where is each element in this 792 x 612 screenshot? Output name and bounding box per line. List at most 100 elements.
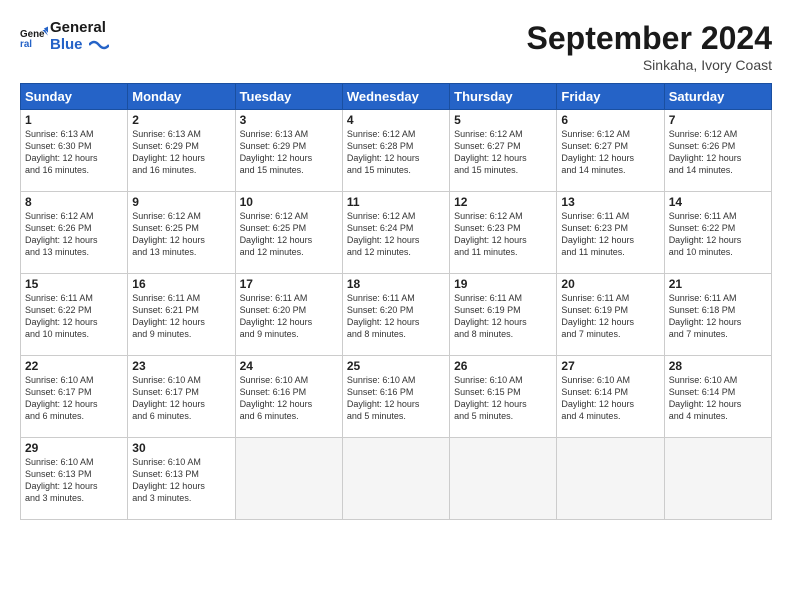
calendar-cell: 15Sunrise: 6:11 AMSunset: 6:22 PMDayligh… xyxy=(21,274,128,356)
calendar-cell: 6Sunrise: 6:12 AMSunset: 6:27 PMDaylight… xyxy=(557,110,664,192)
day-number: 21 xyxy=(669,277,767,291)
calendar-cell: 18Sunrise: 6:11 AMSunset: 6:20 PMDayligh… xyxy=(342,274,449,356)
day-info: Sunrise: 6:12 AMSunset: 6:26 PMDaylight:… xyxy=(669,128,767,177)
day-info: Sunrise: 6:11 AMSunset: 6:20 PMDaylight:… xyxy=(347,292,445,341)
day-number: 20 xyxy=(561,277,659,291)
day-number: 11 xyxy=(347,195,445,209)
day-info: Sunrise: 6:10 AMSunset: 6:14 PMDaylight:… xyxy=(669,374,767,423)
day-info: Sunrise: 6:11 AMSunset: 6:21 PMDaylight:… xyxy=(132,292,230,341)
day-info: Sunrise: 6:12 AMSunset: 6:25 PMDaylight:… xyxy=(240,210,338,259)
calendar-week-row: 22Sunrise: 6:10 AMSunset: 6:17 PMDayligh… xyxy=(21,356,772,438)
weekday-header-wednesday: Wednesday xyxy=(342,84,449,110)
calendar-cell xyxy=(235,438,342,520)
weekday-header-tuesday: Tuesday xyxy=(235,84,342,110)
weekday-header-saturday: Saturday xyxy=(664,84,771,110)
day-number: 22 xyxy=(25,359,123,373)
logo: Gene ral General Blue xyxy=(20,20,109,53)
day-info: Sunrise: 6:10 AMSunset: 6:17 PMDaylight:… xyxy=(25,374,123,423)
calendar-cell: 21Sunrise: 6:11 AMSunset: 6:18 PMDayligh… xyxy=(664,274,771,356)
day-number: 25 xyxy=(347,359,445,373)
calendar-cell: 5Sunrise: 6:12 AMSunset: 6:27 PMDaylight… xyxy=(450,110,557,192)
day-number: 9 xyxy=(132,195,230,209)
logo-wave-icon xyxy=(89,37,109,52)
calendar-cell: 29Sunrise: 6:10 AMSunset: 6:13 PMDayligh… xyxy=(21,438,128,520)
month-title: September 2024 xyxy=(527,20,772,57)
calendar-week-row: 8Sunrise: 6:12 AMSunset: 6:26 PMDaylight… xyxy=(21,192,772,274)
weekday-header-thursday: Thursday xyxy=(450,84,557,110)
calendar-cell xyxy=(342,438,449,520)
calendar-cell: 25Sunrise: 6:10 AMSunset: 6:16 PMDayligh… xyxy=(342,356,449,438)
day-info: Sunrise: 6:12 AMSunset: 6:23 PMDaylight:… xyxy=(454,210,552,259)
weekday-header-sunday: Sunday xyxy=(21,84,128,110)
day-number: 18 xyxy=(347,277,445,291)
day-number: 24 xyxy=(240,359,338,373)
day-info: Sunrise: 6:12 AMSunset: 6:28 PMDaylight:… xyxy=(347,128,445,177)
day-number: 28 xyxy=(669,359,767,373)
day-info: Sunrise: 6:11 AMSunset: 6:20 PMDaylight:… xyxy=(240,292,338,341)
day-number: 2 xyxy=(132,113,230,127)
day-info: Sunrise: 6:13 AMSunset: 6:29 PMDaylight:… xyxy=(132,128,230,177)
day-number: 12 xyxy=(454,195,552,209)
day-info: Sunrise: 6:10 AMSunset: 6:13 PMDaylight:… xyxy=(25,456,123,505)
day-number: 23 xyxy=(132,359,230,373)
calendar-cell: 19Sunrise: 6:11 AMSunset: 6:19 PMDayligh… xyxy=(450,274,557,356)
day-info: Sunrise: 6:13 AMSunset: 6:30 PMDaylight:… xyxy=(25,128,123,177)
day-info: Sunrise: 6:12 AMSunset: 6:25 PMDaylight:… xyxy=(132,210,230,259)
calendar-table: SundayMondayTuesdayWednesdayThursdayFrid… xyxy=(20,83,772,520)
day-info: Sunrise: 6:12 AMSunset: 6:27 PMDaylight:… xyxy=(561,128,659,177)
day-info: Sunrise: 6:10 AMSunset: 6:16 PMDaylight:… xyxy=(347,374,445,423)
calendar-cell: 9Sunrise: 6:12 AMSunset: 6:25 PMDaylight… xyxy=(128,192,235,274)
day-number: 17 xyxy=(240,277,338,291)
calendar-cell: 12Sunrise: 6:12 AMSunset: 6:23 PMDayligh… xyxy=(450,192,557,274)
calendar-cell: 30Sunrise: 6:10 AMSunset: 6:13 PMDayligh… xyxy=(128,438,235,520)
day-info: Sunrise: 6:12 AMSunset: 6:27 PMDaylight:… xyxy=(454,128,552,177)
calendar-cell: 17Sunrise: 6:11 AMSunset: 6:20 PMDayligh… xyxy=(235,274,342,356)
calendar-cell xyxy=(450,438,557,520)
day-number: 6 xyxy=(561,113,659,127)
calendar-cell: 14Sunrise: 6:11 AMSunset: 6:22 PMDayligh… xyxy=(664,192,771,274)
calendar-cell: 20Sunrise: 6:11 AMSunset: 6:19 PMDayligh… xyxy=(557,274,664,356)
day-info: Sunrise: 6:10 AMSunset: 6:15 PMDaylight:… xyxy=(454,374,552,423)
calendar-cell: 2Sunrise: 6:13 AMSunset: 6:29 PMDaylight… xyxy=(128,110,235,192)
calendar-cell: 23Sunrise: 6:10 AMSunset: 6:17 PMDayligh… xyxy=(128,356,235,438)
day-number: 3 xyxy=(240,113,338,127)
svg-text:ral: ral xyxy=(20,38,32,49)
calendar-week-row: 29Sunrise: 6:10 AMSunset: 6:13 PMDayligh… xyxy=(21,438,772,520)
day-number: 10 xyxy=(240,195,338,209)
day-number: 5 xyxy=(454,113,552,127)
logo-icon: Gene ral xyxy=(20,23,48,51)
day-info: Sunrise: 6:12 AMSunset: 6:24 PMDaylight:… xyxy=(347,210,445,259)
calendar-cell: 7Sunrise: 6:12 AMSunset: 6:26 PMDaylight… xyxy=(664,110,771,192)
calendar-cell: 26Sunrise: 6:10 AMSunset: 6:15 PMDayligh… xyxy=(450,356,557,438)
calendar-week-row: 15Sunrise: 6:11 AMSunset: 6:22 PMDayligh… xyxy=(21,274,772,356)
calendar-cell: 22Sunrise: 6:10 AMSunset: 6:17 PMDayligh… xyxy=(21,356,128,438)
calendar-cell: 16Sunrise: 6:11 AMSunset: 6:21 PMDayligh… xyxy=(128,274,235,356)
calendar-cell: 4Sunrise: 6:12 AMSunset: 6:28 PMDaylight… xyxy=(342,110,449,192)
day-info: Sunrise: 6:11 AMSunset: 6:23 PMDaylight:… xyxy=(561,210,659,259)
day-info: Sunrise: 6:11 AMSunset: 6:22 PMDaylight:… xyxy=(25,292,123,341)
day-number: 16 xyxy=(132,277,230,291)
day-info: Sunrise: 6:11 AMSunset: 6:22 PMDaylight:… xyxy=(669,210,767,259)
calendar-cell: 27Sunrise: 6:10 AMSunset: 6:14 PMDayligh… xyxy=(557,356,664,438)
calendar-cell: 11Sunrise: 6:12 AMSunset: 6:24 PMDayligh… xyxy=(342,192,449,274)
calendar-cell: 1Sunrise: 6:13 AMSunset: 6:30 PMDaylight… xyxy=(21,110,128,192)
day-info: Sunrise: 6:13 AMSunset: 6:29 PMDaylight:… xyxy=(240,128,338,177)
calendar-cell xyxy=(557,438,664,520)
day-number: 27 xyxy=(561,359,659,373)
day-info: Sunrise: 6:11 AMSunset: 6:18 PMDaylight:… xyxy=(669,292,767,341)
calendar-cell: 8Sunrise: 6:12 AMSunset: 6:26 PMDaylight… xyxy=(21,192,128,274)
calendar-cell: 13Sunrise: 6:11 AMSunset: 6:23 PMDayligh… xyxy=(557,192,664,274)
title-block: September 2024 Sinkaha, Ivory Coast xyxy=(527,20,772,73)
day-info: Sunrise: 6:11 AMSunset: 6:19 PMDaylight:… xyxy=(561,292,659,341)
calendar-header-row: SundayMondayTuesdayWednesdayThursdayFrid… xyxy=(21,84,772,110)
day-number: 4 xyxy=(347,113,445,127)
calendar-cell: 24Sunrise: 6:10 AMSunset: 6:16 PMDayligh… xyxy=(235,356,342,438)
day-number: 19 xyxy=(454,277,552,291)
calendar-cell: 10Sunrise: 6:12 AMSunset: 6:25 PMDayligh… xyxy=(235,192,342,274)
day-number: 7 xyxy=(669,113,767,127)
calendar-week-row: 1Sunrise: 6:13 AMSunset: 6:30 PMDaylight… xyxy=(21,110,772,192)
page-header: Gene ral General Blue September 2024 Sin… xyxy=(20,20,772,73)
day-info: Sunrise: 6:10 AMSunset: 6:13 PMDaylight:… xyxy=(132,456,230,505)
day-number: 1 xyxy=(25,113,123,127)
calendar-cell xyxy=(664,438,771,520)
